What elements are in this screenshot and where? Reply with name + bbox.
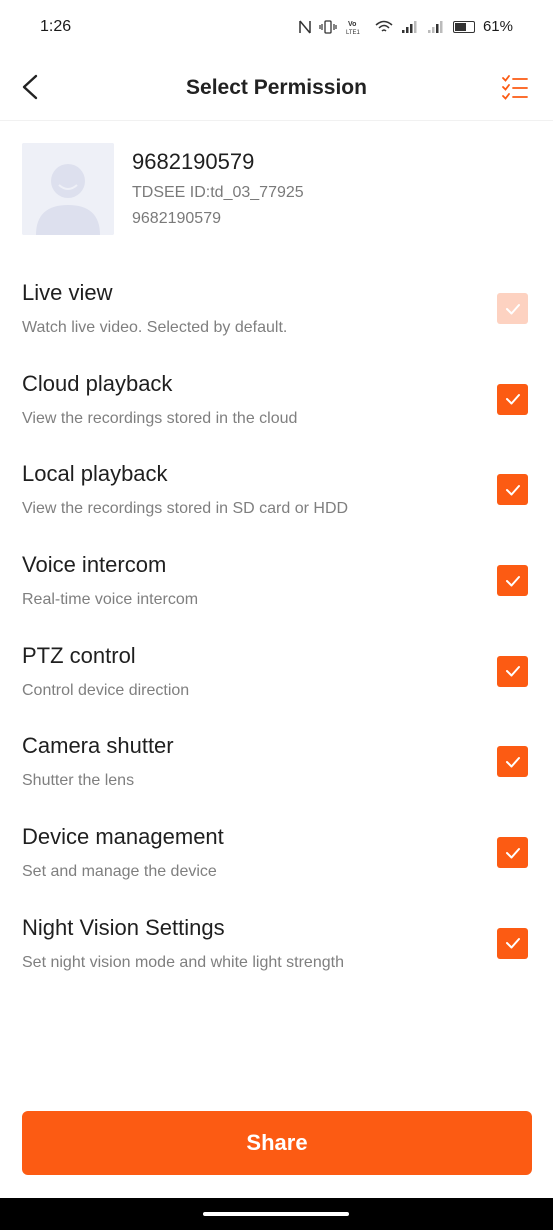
status-bar: 1:26 Vo LTE1 61% (0, 0, 553, 56)
page-title: Select Permission (186, 76, 367, 99)
volte-icon: Vo LTE1 (346, 21, 361, 35)
check-icon (505, 756, 520, 768)
svg-text:LTE1: LTE1 (346, 30, 361, 35)
app-header: Select Permission (0, 58, 553, 121)
user-tdsee-id: TDSEE ID:td_03_77925 (132, 184, 304, 201)
permission-checkbox[interactable] (497, 474, 528, 506)
user-name: 9682190579 (132, 149, 255, 174)
share-button[interactable]: Share (22, 1111, 532, 1175)
battery-icon (452, 20, 475, 33)
avatar (22, 143, 114, 235)
permission-description: Real-time voice intercom (22, 591, 199, 609)
permission-title: Night Vision Settings (22, 914, 225, 940)
check-icon (505, 938, 520, 949)
permission-title: Device management (22, 824, 224, 850)
signal-icon (401, 20, 417, 33)
permission-item-night-vision-settings[interactable]: Night Vision Settings Set night vision m… (0, 905, 553, 996)
permission-description: Set night vision mode and white light st… (22, 953, 344, 971)
permission-checkbox[interactable] (497, 293, 528, 324)
permission-title: Local playback (22, 461, 168, 487)
permission-item-cloud-playback[interactable]: Cloud playback View the recordings store… (0, 361, 553, 452)
home-indicator[interactable] (203, 1212, 349, 1216)
vibrate-icon (319, 19, 337, 34)
wifi-icon (375, 20, 393, 32)
person-avatar-icon (22, 143, 114, 235)
permission-description: Shutter the lens (22, 772, 135, 790)
select-all-button[interactable] (499, 72, 531, 104)
permission-title: Cloud playback (22, 370, 173, 396)
status-icons: Vo LTE1 61% (299, 18, 513, 35)
permission-description: View the recordings stored in SD card or… (22, 500, 349, 518)
permission-description: View the recordings stored in the cloud (22, 409, 298, 427)
permission-item-local-playback[interactable]: Local playback View the recordings store… (0, 451, 553, 542)
checklist-icon (502, 75, 528, 100)
permission-description: Watch live video. Selected by default. (22, 319, 288, 336)
system-nav-bar (0, 1198, 553, 1230)
permission-item-live-view[interactable]: Live view Watch live video. Selected by … (0, 270, 553, 361)
check-icon (505, 575, 520, 587)
permission-item-voice-intercom[interactable]: Voice intercom Real-time voice intercom (0, 542, 553, 633)
permission-title: Live view (22, 280, 113, 305)
permission-item-ptz-control[interactable]: PTZ control Control device direction (0, 633, 553, 724)
check-icon (505, 394, 520, 405)
permission-item-camera-shutter[interactable]: Camera shutter Shutter the lens (0, 723, 553, 814)
status-time: 1:26 (40, 18, 72, 35)
nfc-icon (299, 20, 311, 33)
permission-description: Control device direction (22, 681, 190, 699)
permission-list: Live view Watch live video. Selected by … (0, 270, 553, 996)
check-icon (505, 847, 520, 859)
battery-percent: 61% (482, 18, 513, 35)
permission-item-device-management[interactable]: Device management Set and manage the dev… (0, 814, 553, 905)
permission-checkbox[interactable] (497, 383, 528, 415)
permission-title: Voice intercom (22, 552, 167, 578)
check-icon (505, 484, 520, 496)
permission-checkbox[interactable] (497, 927, 528, 959)
permission-checkbox[interactable] (497, 837, 528, 869)
permission-checkbox[interactable] (497, 565, 528, 597)
permission-title: Camera shutter (22, 733, 174, 759)
permission-title: PTZ control (22, 642, 136, 668)
check-icon (505, 303, 520, 314)
permission-description: Set and manage the device (22, 863, 217, 881)
permission-checkbox[interactable] (497, 655, 528, 687)
permission-checkbox[interactable] (497, 746, 528, 778)
signal-icon-2 (427, 20, 443, 33)
user-card: 9682190579 TDSEE ID:td_03_77925 96821905… (22, 143, 532, 235)
check-icon (505, 666, 520, 677)
svg-text:Vo: Vo (348, 21, 356, 28)
user-phone: 9682190579 (132, 210, 221, 227)
